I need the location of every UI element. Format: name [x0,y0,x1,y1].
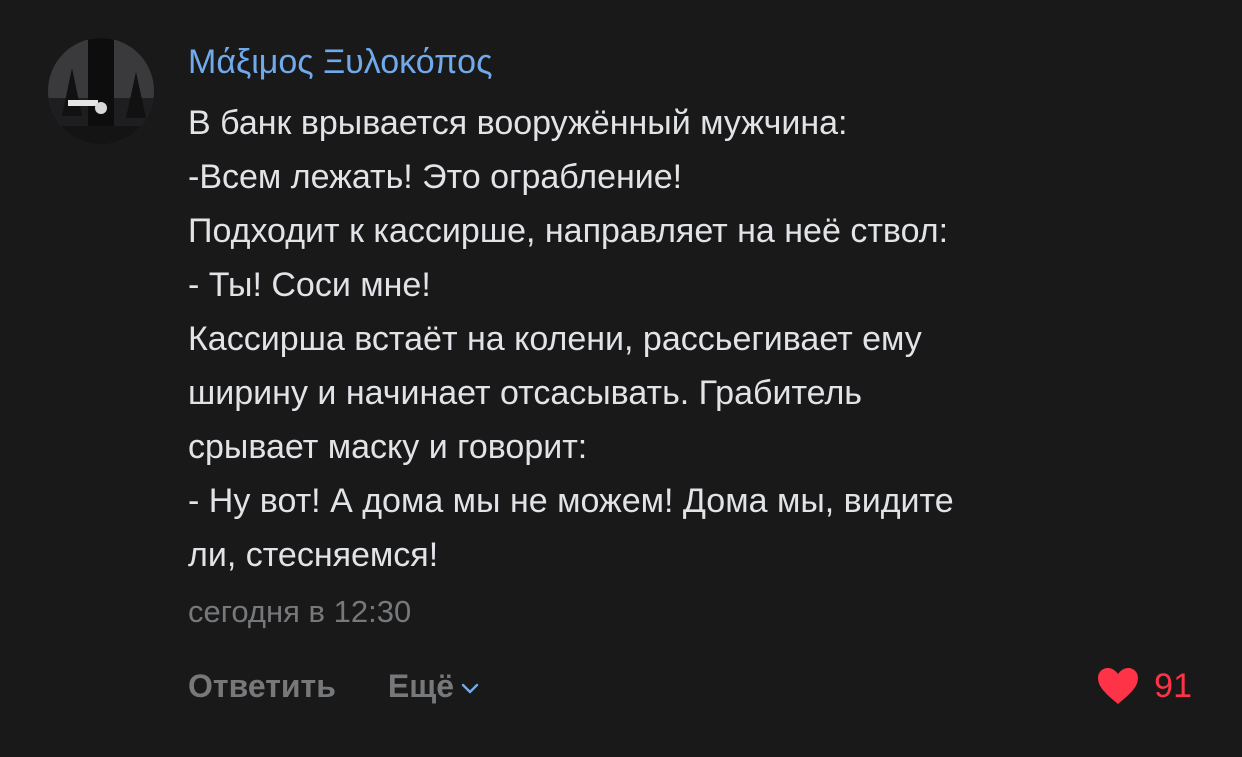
comment-line: ширину и начинает отсасывать. Грабитель [188,374,862,412]
timestamp[interactable]: сегодня в 12:30 [188,590,411,634]
comment-line: -Всем лежать! Это ограбление! [188,158,683,196]
comment-line: В банк врывается вооружённый мужчина: [188,104,848,142]
like-count: 91 [1154,667,1192,705]
more-button[interactable]: Ещё [388,664,480,708]
comment-line: ли, стесняемся! [188,536,439,574]
comment-actions: Ответить Ещё [188,664,480,708]
comment-line: Подходит к кассирше, направляет на неё с… [188,212,949,250]
comment-line: - Ну вот! А дома мы не можем! Дома мы, в… [188,482,954,520]
avatar[interactable] [48,38,154,144]
comment-line: срывает маску и говорит: [188,428,588,466]
comment-line: - Ты! Соси мне! [188,266,431,304]
like-button[interactable]: 91 [1096,664,1192,708]
reply-button[interactable]: Ответить [188,664,336,708]
heart-icon [1098,668,1139,704]
comment-text: В банк врывается вооружённый мужчина: -В… [188,96,1198,582]
more-label: Ещё [387,668,455,704]
author-name[interactable]: Μάξιμος Ξυλοκόπος [188,38,492,86]
comment-line: Кассирша встаёт на колени, рассьегивает … [188,320,922,358]
chevron-down-icon [461,683,479,694]
